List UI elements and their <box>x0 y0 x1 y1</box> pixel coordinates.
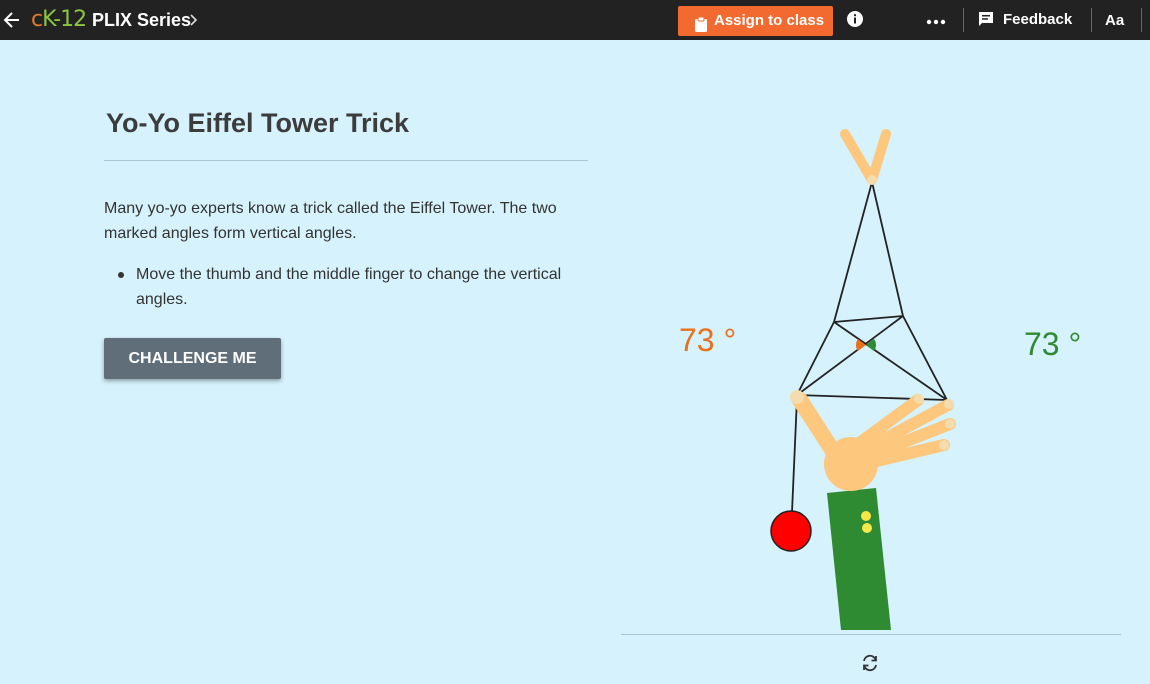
assign-to-class-button[interactable]: Assign to class <box>678 6 833 36</box>
feedback-button[interactable]: Feedback <box>976 8 1080 32</box>
assign-label: Assign to class <box>714 12 825 29</box>
chevron-right-icon <box>189 12 199 28</box>
info-icon[interactable] <box>846 10 864 28</box>
back-arrow-icon[interactable] <box>2 9 22 31</box>
refresh-icon[interactable] <box>861 654 879 672</box>
logo-c: c <box>31 7 43 32</box>
feedback-label: Feedback <box>1003 11 1073 28</box>
logo-number: -12 <box>53 7 87 32</box>
top-bar: cK-12 PLIX Series Assign to class Feedba… <box>0 0 1150 40</box>
clipboard-icon <box>695 13 707 32</box>
simulation-divider <box>621 634 1121 635</box>
more-dots-icon[interactable] <box>925 13 947 29</box>
challenge-me-button[interactable]: CHALLENGE ME <box>104 338 281 379</box>
description-text: Many yo-yo experts know a trick called t… <box>104 200 557 242</box>
yoyo <box>770 510 812 552</box>
sleeve-button <box>861 511 871 521</box>
finger-tip <box>944 399 954 409</box>
header-divider <box>963 8 964 32</box>
bullet-marker <box>118 272 124 278</box>
ck12-logo[interactable]: cK-12 <box>31 6 87 34</box>
instruction-bullet: Move the thumb and the middle finger to … <box>136 266 562 308</box>
yoyo-simulation <box>770 129 956 630</box>
sleeve-button <box>862 523 872 533</box>
lower-hand <box>792 392 956 491</box>
font-size-button[interactable]: Aa <box>1105 11 1124 31</box>
header-divider <box>1091 8 1092 32</box>
title-divider <box>104 160 588 161</box>
finger-tip <box>939 440 949 450</box>
series-title-link[interactable]: PLIX Series <box>92 9 191 31</box>
middle-finger-handle[interactable] <box>867 175 877 185</box>
sleeve <box>827 488 891 630</box>
finger-tip <box>914 394 924 404</box>
header-divider <box>1141 8 1142 32</box>
thumb-handle[interactable] <box>790 390 804 404</box>
upper-fingers <box>840 129 891 185</box>
feedback-icon <box>979 12 993 26</box>
finger-tip <box>945 419 955 429</box>
page-title: Yo-Yo Eiffel Tower Trick <box>106 108 410 138</box>
logo-k: K <box>42 7 54 32</box>
